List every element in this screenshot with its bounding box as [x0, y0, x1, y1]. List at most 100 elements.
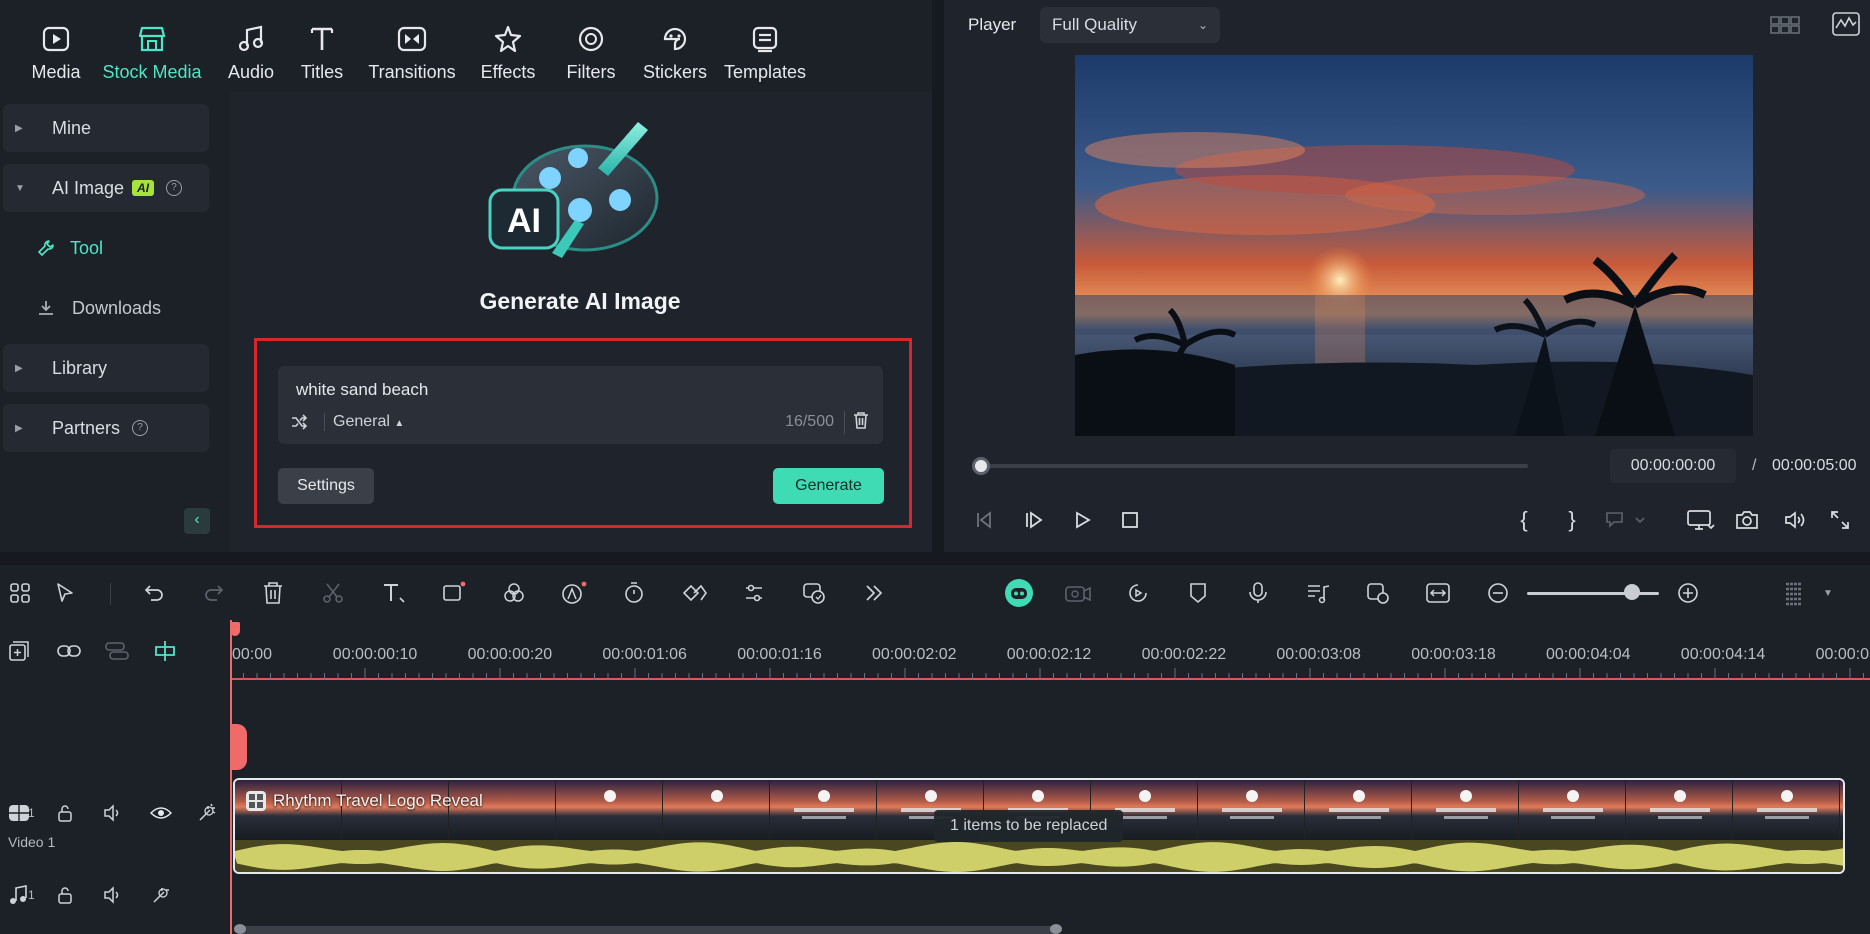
layout-button[interactable]: [6, 579, 34, 607]
generate-button[interactable]: Generate: [773, 468, 884, 504]
crop-button[interactable]: [440, 579, 468, 607]
mute-audio-track-button[interactable]: [102, 884, 124, 906]
ai-copilot-button[interactable]: [1004, 578, 1034, 608]
stop-button[interactable]: [1118, 506, 1142, 534]
track-effects-button[interactable]: [196, 802, 218, 824]
partners-label: Partners: [52, 417, 121, 438]
adjust-button[interactable]: [740, 579, 768, 607]
clip-thumbnail: [1305, 780, 1412, 840]
sidebar-item-label: AI Image AI ?: [52, 178, 183, 199]
delete-button[interactable]: [259, 579, 287, 607]
tab-filters[interactable]: Filters: [549, 0, 633, 92]
speed-button[interactable]: [620, 579, 648, 607]
timer-icon: [625, 582, 643, 603]
record-button[interactable]: [1064, 579, 1092, 607]
prompt-input[interactable]: white sand beach General ▲ 16/500: [278, 366, 883, 444]
play-button[interactable]: [1070, 506, 1094, 534]
ai-audio-button[interactable]: [560, 579, 588, 607]
sidebar-item-library[interactable]: ▶ Library: [3, 344, 209, 392]
timeline-scrollbar[interactable]: [238, 926, 1060, 934]
lock-audio-track-button[interactable]: [54, 884, 76, 906]
tab-templates[interactable]: Templates: [717, 0, 813, 92]
volume-button[interactable]: [1782, 506, 1808, 534]
undo-button[interactable]: [140, 579, 168, 607]
fullscreen-button[interactable]: [1828, 506, 1852, 534]
tab-media[interactable]: Media: [23, 0, 89, 92]
fit-timeline-button[interactable]: [1424, 579, 1452, 607]
current-timecode[interactable]: 00:00:00:00: [1610, 449, 1736, 483]
audio-effects-button[interactable]: [150, 884, 172, 906]
hide-track-button[interactable]: [150, 802, 172, 824]
playback-scrubber[interactable]: [980, 464, 1528, 468]
time-ruler[interactable]: 00:00 00:00:00:10 00:00:00:20 00:00:01:06 00…: [230, 620, 1870, 680]
shuffle-icon[interactable]: [290, 413, 308, 431]
auto-reframe-button[interactable]: [1124, 579, 1152, 607]
collapse-sidebar-button[interactable]: ‹: [184, 508, 210, 534]
lock-track-button[interactable]: [54, 802, 76, 824]
sidebar-item-label: Tool: [70, 237, 104, 258]
play-frame-button[interactable]: [1022, 506, 1046, 534]
tab-titles[interactable]: Titles: [287, 0, 357, 92]
mute-track-button[interactable]: [102, 802, 124, 824]
sidebar-item-tool[interactable]: Tool: [36, 228, 103, 268]
playhead-line[interactable]: [230, 620, 232, 934]
scrollbar-right-handle[interactable]: [1050, 924, 1062, 934]
scrubber-handle[interactable]: [972, 457, 990, 475]
previous-frame-button[interactable]: [972, 506, 996, 534]
tab-audio[interactable]: Audio: [215, 0, 287, 92]
help-icon[interactable]: ?: [166, 180, 183, 196]
keyframe-button[interactable]: [680, 579, 708, 607]
mark-in-button[interactable]: {: [1514, 506, 1534, 534]
sidebar-item-mine[interactable]: ▶ Mine: [3, 104, 209, 152]
track-height-dropdown[interactable]: ▼: [1818, 579, 1838, 607]
redo-button[interactable]: [200, 579, 228, 607]
color-button[interactable]: [500, 579, 528, 607]
auto-sync-button[interactable]: [1364, 579, 1392, 607]
text-button[interactable]: [380, 579, 408, 607]
keyframe-icon: [682, 584, 707, 602]
templates-icon: [748, 22, 782, 56]
mark-out-button[interactable]: }: [1562, 506, 1582, 534]
magnetic-snap-button[interactable]: [152, 640, 178, 662]
add-track-button[interactable]: [8, 640, 30, 662]
link-clips-button[interactable]: [56, 640, 82, 662]
display-settings-button[interactable]: [1686, 506, 1716, 534]
tab-effects[interactable]: Effects: [467, 0, 549, 92]
more-tools-button[interactable]: [860, 579, 888, 607]
clear-prompt-button[interactable]: [844, 410, 869, 434]
zoom-out-button[interactable]: [1484, 579, 1512, 607]
sunset-beach-image: [1075, 55, 1753, 436]
tab-stickers[interactable]: Stickers: [633, 0, 717, 92]
group-clips-button[interactable]: [104, 640, 130, 662]
select-tool-button[interactable]: [52, 579, 80, 607]
quality-dropdown[interactable]: Full Quality ⌄: [1040, 7, 1220, 43]
tab-transitions[interactable]: Transitions: [357, 0, 467, 92]
ai-speech-icon: [562, 581, 587, 604]
scrollbar-left-handle[interactable]: [234, 924, 246, 934]
tab-stock-media[interactable]: Stock Media: [89, 0, 215, 92]
settings-button[interactable]: Settings: [278, 468, 374, 504]
sidebar-item-ai-image[interactable]: ▼ AI Image AI ?: [3, 164, 209, 212]
help-icon[interactable]: ?: [132, 420, 149, 436]
ruler-label: 00:00:02:12: [1006, 646, 1092, 663]
audio-mixer-button[interactable]: [1304, 579, 1332, 607]
snapshot-button[interactable]: [1734, 506, 1760, 534]
clip-thumbnail: [556, 780, 663, 840]
split-button[interactable]: [319, 579, 347, 607]
style-dropdown[interactable]: General ▲: [324, 413, 404, 431]
clip-thumbnail: [1840, 780, 1843, 840]
sidebar-item-downloads[interactable]: Downloads: [36, 288, 161, 328]
grid-view-icon[interactable]: [1770, 14, 1802, 36]
waveform-monitor-icon[interactable]: [1832, 12, 1860, 36]
sidebar-item-partners[interactable]: ▶ Partners ?: [3, 404, 209, 452]
zoom-slider-handle[interactable]: [1624, 584, 1640, 600]
marker-button[interactable]: [1184, 579, 1212, 607]
ruler-label: 00:00:03:08: [1276, 646, 1361, 663]
snapshot-menu[interactable]: [1604, 506, 1650, 534]
ai-tools-button[interactable]: [800, 579, 828, 607]
playhead-grip[interactable]: [230, 724, 247, 770]
zoom-in-button[interactable]: [1674, 579, 1702, 607]
voiceover-button[interactable]: [1244, 579, 1272, 607]
playhead-handle[interactable]: [230, 622, 240, 636]
track-height-button[interactable]: [1780, 579, 1808, 607]
